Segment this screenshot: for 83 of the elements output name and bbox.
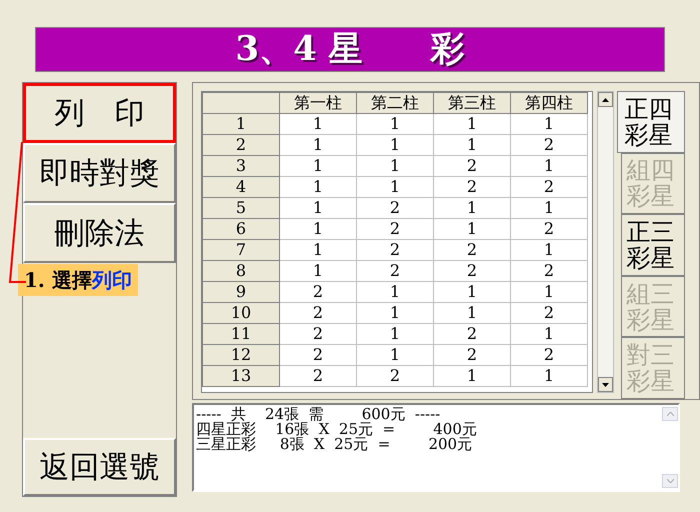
table-cell: 2 [434,260,510,282]
table-cell: 1 [510,240,588,260]
title-banner: 3、4 星 彩 [35,27,665,72]
table-cell: 1 [434,282,510,302]
table-cell: 1 [280,156,356,176]
table-cell: 1 [356,282,434,302]
table-cell: 2 [510,134,588,156]
table-cell: 1 [356,324,434,344]
table-cell: 2 [510,344,588,366]
table-cell: 1 [280,218,356,240]
table-cell: 2 [510,260,588,282]
table-cell: 1 [510,366,588,386]
column-header: 第三柱 [434,92,510,114]
table-cell: 1 [356,134,434,156]
summary-line: ----- 共 24張 需 600元 ----- [196,407,440,422]
summary-line: 四星正彩 16張 X 25元 = 400元 [196,422,477,437]
table-cell: 1 [356,302,434,324]
table-cell: 2 [434,176,510,198]
column-header: 第一柱 [280,92,356,114]
table-cell: 1 [510,156,588,176]
table-cell: 1 [280,260,356,282]
table-cell: 1 [510,114,588,134]
menu-button[interactable]: 刪除法 [23,203,176,263]
table-cell: 2 [356,366,434,386]
row-header: 9 [202,282,280,302]
table-cell: 2 [434,156,510,176]
table-cell: 1 [510,198,588,218]
row-header: 8 [202,260,280,282]
table-cell: 1 [434,366,510,386]
callout-label: 1. 選擇列印 [18,264,138,296]
table-cell: 1 [280,176,356,198]
scroll-down-icon[interactable] [598,377,613,392]
row-header: 2 [202,134,280,156]
row-header: 11 [202,324,280,344]
row-header: 7 [202,240,280,260]
table-cell: 2 [280,302,356,324]
table-cell: 2 [356,218,434,240]
table-cell: 2 [510,302,588,324]
row-header: 1 [202,114,280,134]
row-header: 10 [202,302,280,324]
table-cell: 1 [434,218,510,240]
table-cell: 2 [356,198,434,218]
row-header: 12 [202,344,280,366]
table-cell: 2 [510,176,588,198]
table-cell: 1 [434,114,510,134]
table-cell: 1 [434,134,510,156]
scroll-up-icon[interactable] [598,92,613,107]
row-header: 3 [202,156,280,176]
vertical-tab[interactable]: 正三彩星 [621,214,685,276]
table-cell: 1 [356,344,434,366]
table-cell: 2 [280,366,356,386]
table-cell: 2 [280,344,356,366]
table-cell: 1 [434,198,510,218]
table-cell: 2 [510,218,588,240]
table-cell: 1 [280,240,356,260]
table-cell: 2 [280,282,356,302]
summary-line: 三星正彩 8張 X 25元 = 200元 [196,437,472,452]
vertical-scrollbar[interactable] [597,91,614,393]
table-cell: 1 [356,176,434,198]
row-header: 13 [202,366,280,386]
menu-button[interactable]: 即時對獎 [23,143,176,203]
vertical-tab[interactable]: 正四彩星 [617,91,685,153]
column-header: 第四柱 [510,92,588,114]
column-header: 第二柱 [356,92,434,114]
table-cell: 1 [434,302,510,324]
table-cell: 1 [356,114,434,134]
table-cell: 1 [280,198,356,218]
table-cell: 1 [356,156,434,176]
table-cell: 2 [356,240,434,260]
back-button[interactable]: 返回選號 [23,438,176,496]
row-header: 5 [202,198,280,218]
table-cell: 1 [280,134,356,156]
row-header: 4 [202,176,280,198]
table-cell: 1 [280,114,356,134]
table-cell: 2 [280,324,356,344]
table-cell: 2 [356,260,434,282]
table-cell: 2 [434,324,510,344]
table-cell: 1 [510,324,588,344]
row-header: 6 [202,218,280,240]
table-cell: 2 [434,344,510,366]
table-cell: 2 [434,240,510,260]
menu-button[interactable]: 列 印 [23,83,176,143]
table-cell: 1 [510,282,588,302]
